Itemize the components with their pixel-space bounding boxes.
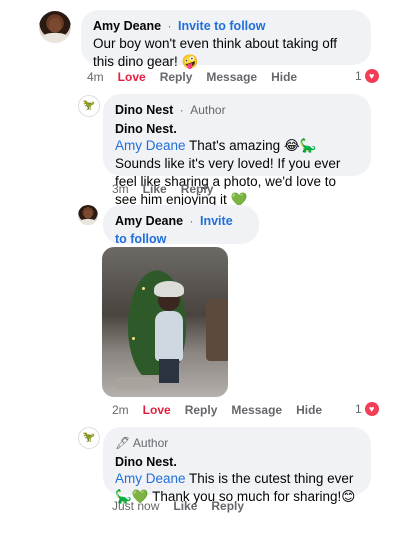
reply-button[interactable]: Reply <box>185 403 218 417</box>
hide-button[interactable]: Hide <box>296 403 322 417</box>
reply-button[interactable]: Reply <box>181 182 214 196</box>
reaction-count-number: 1 <box>355 402 362 416</box>
comment-bubble: Amy Deane · Invite to follow Our boy won… <box>81 10 371 69</box>
comment-photo[interactable] <box>102 247 228 397</box>
page-name[interactable]: Dino Nest. <box>115 454 359 470</box>
comment-timestamp[interactable]: 2m <box>112 403 129 417</box>
heart-icon: ♥ <box>364 69 379 83</box>
comment-author[interactable]: Amy Deane <box>115 214 183 228</box>
chair <box>206 299 228 361</box>
reaction-count[interactable]: 1 ♥ <box>355 69 379 83</box>
message-button[interactable]: Message <box>231 403 282 417</box>
comment-author[interactable]: Amy Deane <box>93 19 161 33</box>
hide-button[interactable]: Hide <box>271 70 297 84</box>
comment-actions: Just now Like Reply <box>112 499 258 513</box>
avatar-shirt <box>80 219 96 225</box>
comment-actions: 2m Love Reply Message Hide <box>112 403 336 417</box>
page-avatar[interactable]: 🦖 <box>78 95 100 117</box>
page-avatar[interactable]: 🦖 <box>78 427 100 449</box>
avatar[interactable] <box>39 11 71 43</box>
comment-text: Our boy won't even think about taking of… <box>93 36 337 69</box>
comment-actions: 4m Love Reply Message Hide <box>87 70 311 84</box>
author-badge: Author <box>190 103 226 117</box>
tree-light <box>132 337 135 340</box>
reaction-count[interactable]: 1 ♥ <box>355 402 379 416</box>
comment-timestamp[interactable]: 4m <box>87 70 104 84</box>
mention-link[interactable]: Amy Deane <box>115 138 186 153</box>
child-legs <box>159 359 179 383</box>
love-button[interactable]: Love <box>118 70 146 84</box>
comment-timestamp[interactable]: Just now <box>112 499 159 513</box>
page-name: Dino Nest. <box>115 122 177 136</box>
reaction-count-number: 1 <box>355 69 362 83</box>
comment-text: Amy Deane That's amazing 😂🦕 Sounds like … <box>115 137 359 209</box>
reply-button[interactable]: Reply <box>211 499 244 513</box>
love-button[interactable]: Love <box>143 403 171 417</box>
comment-bubble: Dino Nest · Author Dino Nest. Amy Deane … <box>103 94 371 207</box>
like-button[interactable]: Like <box>173 499 197 513</box>
floor-toy <box>114 377 154 389</box>
comment-actions: 3m Like Reply <box>112 182 227 196</box>
dino-hood <box>154 281 184 297</box>
invite-to-follow-link[interactable]: Invite to follow <box>178 19 266 33</box>
avatar[interactable] <box>78 205 98 225</box>
separator-dot: · <box>167 19 172 33</box>
dino-nest-logo-icon: 🦖 <box>82 100 96 111</box>
author-badge: 🖋 Author <box>115 436 169 450</box>
comment-author[interactable]: Dino Nest <box>115 103 173 117</box>
comment-bubble: 🖋 Author Dino Nest. Amy Deane This is th… <box>103 427 371 504</box>
separator-dot: · <box>189 214 194 228</box>
comment-timestamp[interactable]: 3m <box>112 182 129 196</box>
mention-link[interactable]: Amy Deane <box>115 471 186 486</box>
dino-nest-logo-icon: 🦖 <box>82 432 96 443</box>
comment-bubble: Amy Deane · Invite to follow Dino Nest <box>103 205 259 264</box>
avatar-face <box>84 209 92 219</box>
message-button[interactable]: Message <box>206 70 257 84</box>
heart-icon: ♥ <box>364 402 379 416</box>
child-in-dino-costume <box>152 279 186 389</box>
child-body <box>155 311 183 361</box>
avatar-shirt <box>42 33 68 43</box>
avatar-face <box>48 18 62 33</box>
separator-dot: · <box>179 103 184 117</box>
reply-button[interactable]: Reply <box>160 70 193 84</box>
tree-light <box>142 287 145 290</box>
like-button[interactable]: Like <box>143 182 167 196</box>
